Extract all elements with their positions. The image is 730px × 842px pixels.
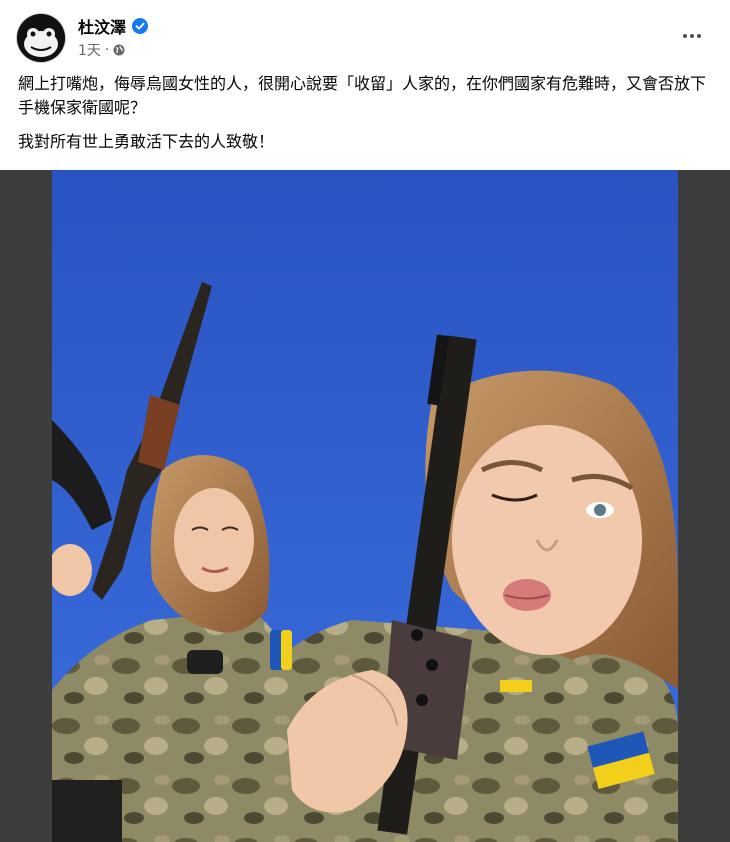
post-paragraph: 網上打嘴炮，侮辱烏國女性的人，很開心說要「收留」人家的，在你們國家有危難時，又會… — [18, 74, 707, 117]
ukraine-flag-patch — [270, 630, 292, 670]
author-avatar[interactable] — [17, 14, 65, 62]
post-photo[interactable] — [52, 170, 678, 842]
post-body: 網上打嘴炮，侮辱烏國女性的人，很開心說要「收留」人家的，在你們國家有危難時，又會… — [18, 72, 708, 164]
more-options-button[interactable] — [678, 22, 706, 50]
verified-badge-icon — [132, 18, 149, 34]
post-media[interactable] — [0, 170, 730, 842]
post-header: 杜汶澤 1天 · — [0, 0, 730, 70]
post-timestamp[interactable]: 1天 — [78, 40, 101, 60]
more-dot — [683, 34, 687, 38]
author-name[interactable]: 杜汶澤 — [78, 14, 126, 38]
globe-icon[interactable] — [113, 44, 125, 56]
photo-illustration — [52, 170, 678, 842]
more-dot — [697, 34, 701, 38]
more-dot — [690, 34, 694, 38]
post-paragraph: 我對所有世上勇敢活下去的人致敬！ — [18, 132, 275, 151]
meta-separator: · — [104, 42, 110, 58]
